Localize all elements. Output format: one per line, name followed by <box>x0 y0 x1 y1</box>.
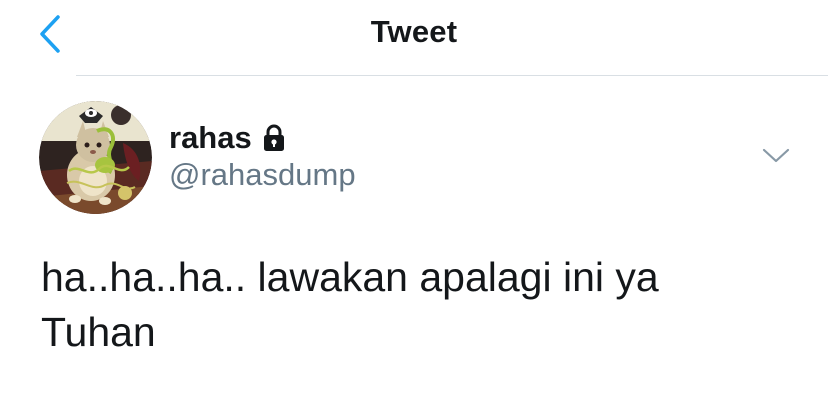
avatar-image <box>39 101 152 214</box>
author-handle[interactable]: @rahasdump <box>169 157 356 193</box>
header-bar: Tweet <box>0 0 828 76</box>
header-divider <box>76 75 828 76</box>
page-title: Tweet <box>370 14 458 49</box>
tweet-text-line: ha..ha..ha.. lawakan apalagi ini ya <box>41 254 659 300</box>
chevron-down-icon <box>762 148 790 163</box>
author-name-row: rahas <box>169 120 286 156</box>
lock-icon <box>262 124 286 152</box>
author-name[interactable]: rahas <box>169 120 252 156</box>
tweet-text: ha..ha..ha.. lawakan apalagi ini ya Tuha… <box>41 250 801 360</box>
tweet-menu-button[interactable] <box>758 138 794 174</box>
tweet-text-line: Tuhan <box>41 309 156 355</box>
avatar[interactable] <box>39 101 152 214</box>
